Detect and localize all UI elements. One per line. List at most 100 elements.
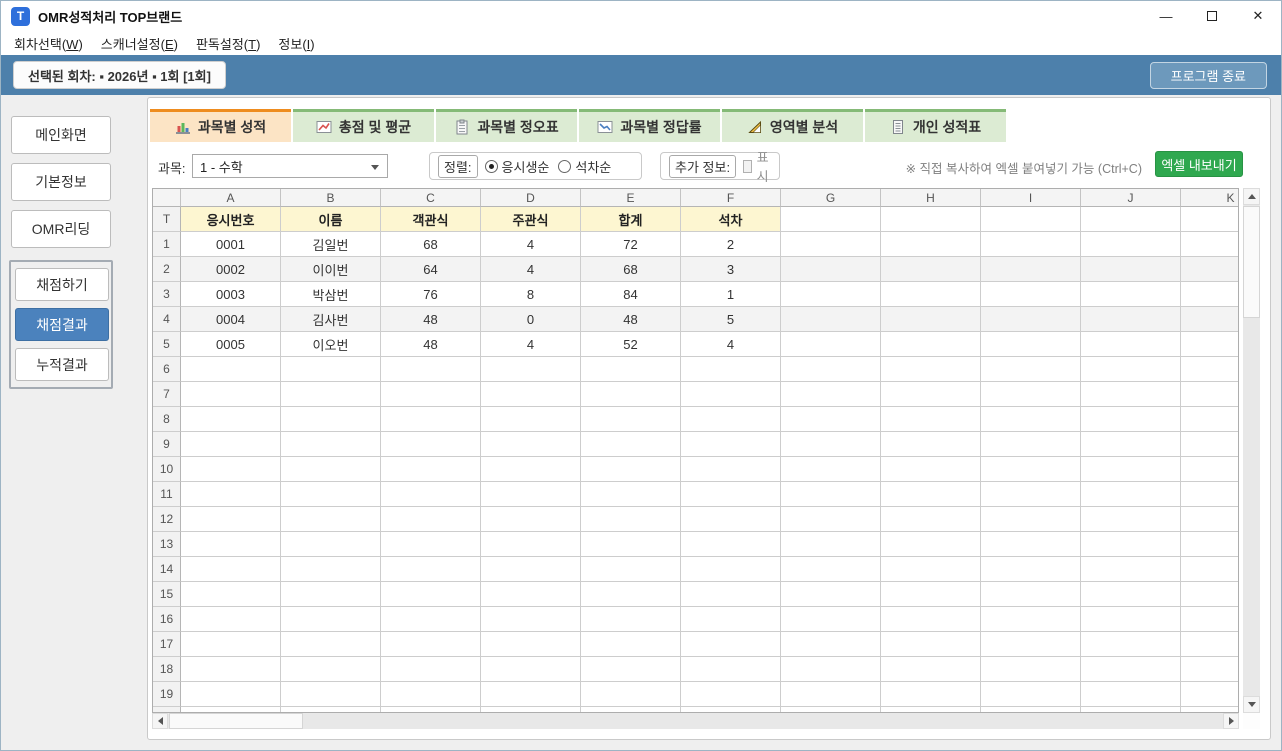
cell-K1[interactable] xyxy=(1181,232,1238,257)
column-header-A[interactable]: A xyxy=(181,189,281,207)
cell-I15[interactable] xyxy=(981,582,1081,607)
cell-C6[interactable] xyxy=(381,357,481,382)
cell-C13[interactable] xyxy=(381,532,481,557)
cell-G10[interactable] xyxy=(781,457,881,482)
cell-H8[interactable] xyxy=(881,407,981,432)
cell-E4[interactable]: 48 xyxy=(581,307,681,332)
cell-H4[interactable] xyxy=(881,307,981,332)
cell-H1[interactable] xyxy=(881,232,981,257)
column-header-D[interactable]: D xyxy=(481,189,581,207)
column-header-B[interactable]: B xyxy=(281,189,381,207)
header-cell-E[interactable]: 합계 xyxy=(581,207,681,232)
row-number[interactable]: 3 xyxy=(153,282,181,307)
cell-B7[interactable] xyxy=(281,382,381,407)
cell-F9[interactable] xyxy=(681,432,781,457)
cell-I18[interactable] xyxy=(981,657,1081,682)
column-header-G[interactable]: G xyxy=(781,189,881,207)
cell-H18[interactable] xyxy=(881,657,981,682)
cell-C7[interactable] xyxy=(381,382,481,407)
tab-4[interactable]: 과목별 정답률 xyxy=(579,109,720,142)
header-cell-D[interactable]: 주관식 xyxy=(481,207,581,232)
scroll-up-button[interactable] xyxy=(1243,188,1260,205)
tab-5[interactable]: 영역별 분석 xyxy=(722,109,863,142)
horizontal-scrollbar[interactable] xyxy=(152,713,1239,729)
cell-C8[interactable] xyxy=(381,407,481,432)
cell-K10[interactable] xyxy=(1181,457,1238,482)
cell-K15[interactable] xyxy=(1181,582,1238,607)
cell-E8[interactable] xyxy=(581,407,681,432)
cell-E7[interactable] xyxy=(581,382,681,407)
menu-item-4[interactable]: 정보(I) xyxy=(269,31,323,56)
cell-I1[interactable] xyxy=(981,232,1081,257)
grid-corner-cell[interactable]: T xyxy=(153,207,181,232)
cell-C10[interactable] xyxy=(381,457,481,482)
header-cell-G[interactable] xyxy=(781,207,881,232)
cell-J9[interactable] xyxy=(1081,432,1181,457)
header-cell-B[interactable]: 이름 xyxy=(281,207,381,232)
cell-G6[interactable] xyxy=(781,357,881,382)
horizontal-scrollbar-thumb[interactable] xyxy=(169,713,303,729)
cell-I16[interactable] xyxy=(981,607,1081,632)
cell-A11[interactable] xyxy=(181,482,281,507)
cell-K3[interactable] xyxy=(1181,282,1238,307)
column-header-E[interactable]: E xyxy=(581,189,681,207)
cell-A3[interactable]: 0003 xyxy=(181,282,281,307)
cell-D19[interactable] xyxy=(481,682,581,707)
cell-B6[interactable] xyxy=(281,357,381,382)
tab-3[interactable]: 과목별 정오표 xyxy=(436,109,577,142)
sidebar-item-group-1[interactable]: 채점하기 xyxy=(15,268,109,301)
cell-D17[interactable] xyxy=(481,632,581,657)
cell-J18[interactable] xyxy=(1081,657,1181,682)
sidebar-item-group-3[interactable]: 누적결과 xyxy=(15,348,109,381)
cell-F3[interactable]: 1 xyxy=(681,282,781,307)
cell-H10[interactable] xyxy=(881,457,981,482)
row-number[interactable]: 1 xyxy=(153,232,181,257)
cell-I13[interactable] xyxy=(981,532,1081,557)
sort-option-2[interactable]: 석차순 xyxy=(558,157,611,176)
cell-C2[interactable]: 64 xyxy=(381,257,481,282)
cell-A16[interactable] xyxy=(181,607,281,632)
cell-K13[interactable] xyxy=(1181,532,1238,557)
cell-G9[interactable] xyxy=(781,432,881,457)
cell-D3[interactable]: 8 xyxy=(481,282,581,307)
tab-1[interactable]: 과목별 성적 xyxy=(150,109,291,142)
cell-F8[interactable] xyxy=(681,407,781,432)
cell-H7[interactable] xyxy=(881,382,981,407)
cell-J5[interactable] xyxy=(1081,332,1181,357)
cell-A4[interactable]: 0004 xyxy=(181,307,281,332)
cell-F6[interactable] xyxy=(681,357,781,382)
cell-D16[interactable] xyxy=(481,607,581,632)
cell-D15[interactable] xyxy=(481,582,581,607)
cell-J1[interactable] xyxy=(1081,232,1181,257)
cell-G17[interactable] xyxy=(781,632,881,657)
cell-E17[interactable] xyxy=(581,632,681,657)
cell-J17[interactable] xyxy=(1081,632,1181,657)
cell-D13[interactable] xyxy=(481,532,581,557)
cell-I12[interactable] xyxy=(981,507,1081,532)
cell-I10[interactable] xyxy=(981,457,1081,482)
cell-K19[interactable] xyxy=(1181,682,1238,707)
cell-K5[interactable] xyxy=(1181,332,1238,357)
cell-A18[interactable] xyxy=(181,657,281,682)
cell-F13[interactable] xyxy=(681,532,781,557)
cell-J14[interactable] xyxy=(1081,557,1181,582)
extra-info-checkbox[interactable] xyxy=(743,159,752,173)
cell-A8[interactable] xyxy=(181,407,281,432)
cell-E3[interactable]: 84 xyxy=(581,282,681,307)
close-button[interactable]: ✕ xyxy=(1235,1,1281,31)
cell-I7[interactable] xyxy=(981,382,1081,407)
cell-D2[interactable]: 4 xyxy=(481,257,581,282)
cell-G4[interactable] xyxy=(781,307,881,332)
cell-E6[interactable] xyxy=(581,357,681,382)
cell-B17[interactable] xyxy=(281,632,381,657)
cell-D5[interactable]: 4 xyxy=(481,332,581,357)
header-cell-C[interactable]: 객관식 xyxy=(381,207,481,232)
cell-J16[interactable] xyxy=(1081,607,1181,632)
cell-J10[interactable] xyxy=(1081,457,1181,482)
cell-C18[interactable] xyxy=(381,657,481,682)
cell-F14[interactable] xyxy=(681,557,781,582)
vertical-scrollbar-thumb[interactable] xyxy=(1243,206,1260,318)
cell-C5[interactable]: 48 xyxy=(381,332,481,357)
cell-F4[interactable]: 5 xyxy=(681,307,781,332)
cell-G14[interactable] xyxy=(781,557,881,582)
